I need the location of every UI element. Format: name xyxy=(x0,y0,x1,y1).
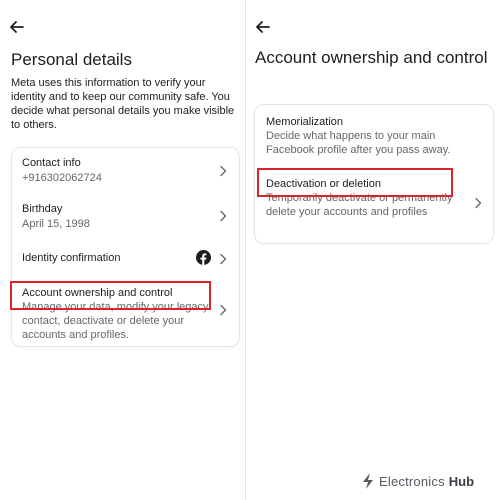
deactivation-deletion-row[interactable]: Deactivation or deletion Temporarily dea… xyxy=(255,171,493,243)
account-ownership-row[interactable]: Account ownership and control Manage you… xyxy=(12,280,239,346)
page-title: Personal details xyxy=(11,50,132,69)
row-title: Birthday xyxy=(22,203,63,215)
personal-details-screen: Personal details Meta uses this informat… xyxy=(0,0,246,500)
electronics-hub-logo-icon xyxy=(363,473,373,489)
personal-details-card: Contact info +916302062724 Birthday Apri… xyxy=(11,147,240,347)
row-title: Contact info xyxy=(22,157,81,169)
chevron-right-icon xyxy=(219,210,227,222)
row-title: Memorialization xyxy=(266,116,344,128)
contact-info-row[interactable]: Contact info +916302062724 xyxy=(12,148,239,192)
account-ownership-card: Memorialization Decide what happens to y… xyxy=(254,104,494,244)
chevron-right-icon xyxy=(219,165,227,177)
row-subtitle: Manage your data, modify your legacy con… xyxy=(22,301,209,341)
row-title: Deactivation or deletion xyxy=(266,178,381,190)
account-ownership-screen: Account ownership and control Memorializ… xyxy=(248,0,500,500)
watermark-text: Electronics xyxy=(379,473,445,489)
birthday-row[interactable]: Birthday April 15, 1998 xyxy=(12,194,239,238)
page-description: Meta uses this information to verify you… xyxy=(11,77,235,131)
facebook-icon xyxy=(196,250,211,265)
page-title: Account ownership and control xyxy=(255,48,488,67)
row-subtitle: Decide what happens to your main Faceboo… xyxy=(266,130,451,156)
memorialization-row[interactable]: Memorialization Decide what happens to y… xyxy=(255,105,493,165)
chevron-right-icon xyxy=(219,253,227,265)
back-arrow-icon[interactable] xyxy=(254,18,272,36)
chevron-right-icon xyxy=(219,304,227,316)
back-arrow-icon[interactable] xyxy=(8,18,26,36)
chevron-right-icon xyxy=(474,197,482,209)
row-title: Identity confirmation xyxy=(22,252,121,264)
row-title: Account ownership and control xyxy=(22,287,173,299)
identity-confirmation-row[interactable]: Identity confirmation xyxy=(12,242,239,276)
row-subtitle: April 15, 1998 xyxy=(22,218,90,230)
electronics-hub-watermark: Electronics Hub xyxy=(361,471,474,491)
row-subtitle: +916302062724 xyxy=(22,172,102,184)
row-subtitle: Temporarily deactivate or permanently de… xyxy=(266,192,453,218)
watermark-text-bold: Hub xyxy=(448,473,475,489)
